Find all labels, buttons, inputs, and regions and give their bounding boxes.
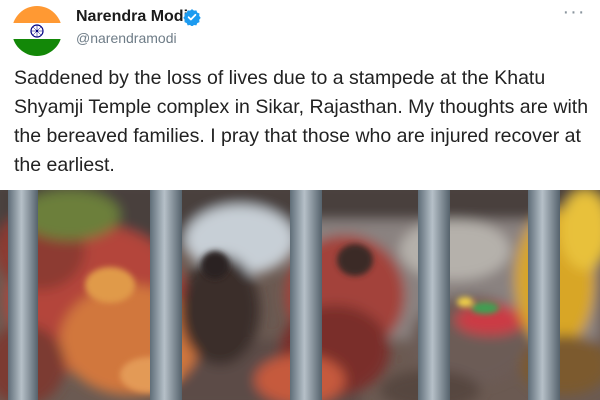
verified-badge-icon (183, 8, 201, 27)
tweet-media-photo[interactable] (0, 190, 600, 400)
avatar[interactable] (12, 6, 62, 56)
stampede-photo (0, 190, 600, 400)
author-name[interactable]: Narendra Modi (76, 8, 188, 26)
more-options-icon[interactable]: ··· (560, 2, 588, 26)
indian-flag-icon (12, 6, 62, 56)
tweet-card: Narendra Modi @narendramodi ··· Saddened… (0, 0, 600, 400)
author-handle[interactable]: @narendramodi (76, 30, 177, 46)
tweet-header: Narendra Modi @narendramodi ··· (0, 0, 600, 62)
tweet-text: Saddened by the loss of lives due to a s… (14, 67, 589, 176)
